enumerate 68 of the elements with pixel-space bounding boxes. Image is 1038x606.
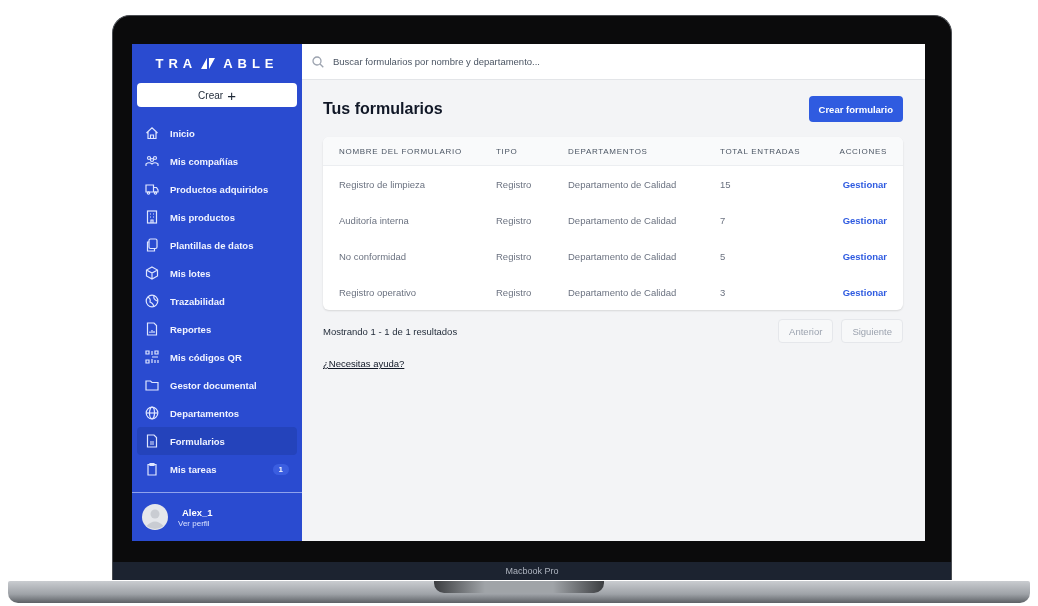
search-icon [312,55,324,68]
search-field[interactable]: Buscar formularios por nombre y departamento... [331,55,915,68]
table-cell-text: Registro [496,286,533,298]
page-title: Tus formularios [323,100,443,118]
avatar-icon [142,504,168,530]
table-cell-text: Departamento de Calidad [568,286,678,298]
globe-icon [145,406,159,420]
truck-icon [145,182,159,196]
table-cell-text: 7 [720,214,727,226]
nav-item[interactable]: Gestor documental [137,371,297,399]
manage-link[interactable]: Gestionar [842,178,887,190]
create-form-button[interactable]: Crear formulario [808,96,903,122]
copy-icon [145,238,159,252]
user-profile[interactable]: Alex_1 Ver perfil [132,492,302,541]
table-cell-text: No conformidad [339,250,408,262]
nav-item[interactable]: Trazabilidad [137,287,297,315]
table-cell-text: 5 [720,250,727,262]
table-cell-text: Registro [496,178,533,190]
table-cell-text: 15 [720,178,732,190]
nav-item[interactable]: Inicio [137,119,297,147]
table-cell-text: Registro [496,214,533,226]
user-name: Alex_1 [181,506,213,518]
table-cell-text: Departamento de Calidad [568,178,678,190]
nav-item[interactable]: Reportes [137,315,297,343]
table-cell-text: Registro [496,250,533,262]
folder-icon [145,378,159,392]
device-label: Macbook Pro [505,566,559,576]
nav-item[interactable]: Formularios [137,427,297,455]
globe-icon [145,294,159,308]
profile-link[interactable]: Ver perfil [178,518,213,528]
document-icon [145,434,159,448]
logo-text: TRA [155,55,198,71]
people-icon [145,154,159,168]
building-icon [145,210,159,224]
manage-link[interactable]: Gestionar [842,214,887,226]
qr-code-icon [145,350,159,364]
help-link[interactable]: ¿Necesitas ayuda? [323,358,405,369]
table-cell-text: Registro de limpieza [339,178,427,190]
results-summary: Mostrando 1 - 1 de 1 resultados [323,325,458,337]
nav-item[interactable]: Mis compañías [137,147,297,175]
manage-link[interactable]: Gestionar [842,286,887,298]
column-header: TIPO [496,146,519,156]
report-icon [145,322,159,336]
column-header: TOTAL ENTRADAS [720,146,802,156]
manage-link[interactable]: Gestionar [842,250,887,262]
table-cell-text: Auditoría interna [339,214,410,226]
table-cell-text: 3 [720,286,727,298]
nav-item[interactable]: Mis tareas 1 [137,455,297,483]
logo-mark-icon [201,57,216,69]
column-header: DEPARTAMENTOS [568,146,649,156]
column-header: ACCIONES [838,146,887,156]
table-cell-text: Registro operativo [339,286,418,298]
column-header: NOMBRE DEL FORMULARIO [339,146,463,156]
create-button[interactable]: Crear + [137,83,297,107]
search-bar[interactable]: Buscar formularios por nombre y departamento... [302,44,925,80]
cube-icon [145,266,159,280]
logo-text: ABLE [223,55,279,71]
nav-item[interactable]: Plantillas de datos [137,231,297,259]
home-icon [145,126,159,140]
nav-item[interactable]: Departamentos [137,399,297,427]
nav-item[interactable]: Productos adquiridos [137,175,297,203]
table-cell-text: Departamento de Calidad [568,250,678,262]
nav-item[interactable]: Mis lotes [137,259,297,287]
table-cell-text: Departamento de Calidad [568,214,678,226]
nav-item[interactable]: Mis códigos QR [137,343,297,371]
clipboard-icon [145,462,159,476]
count-badge: 1 [272,463,289,475]
nav-item[interactable]: Mis productos [137,203,297,231]
